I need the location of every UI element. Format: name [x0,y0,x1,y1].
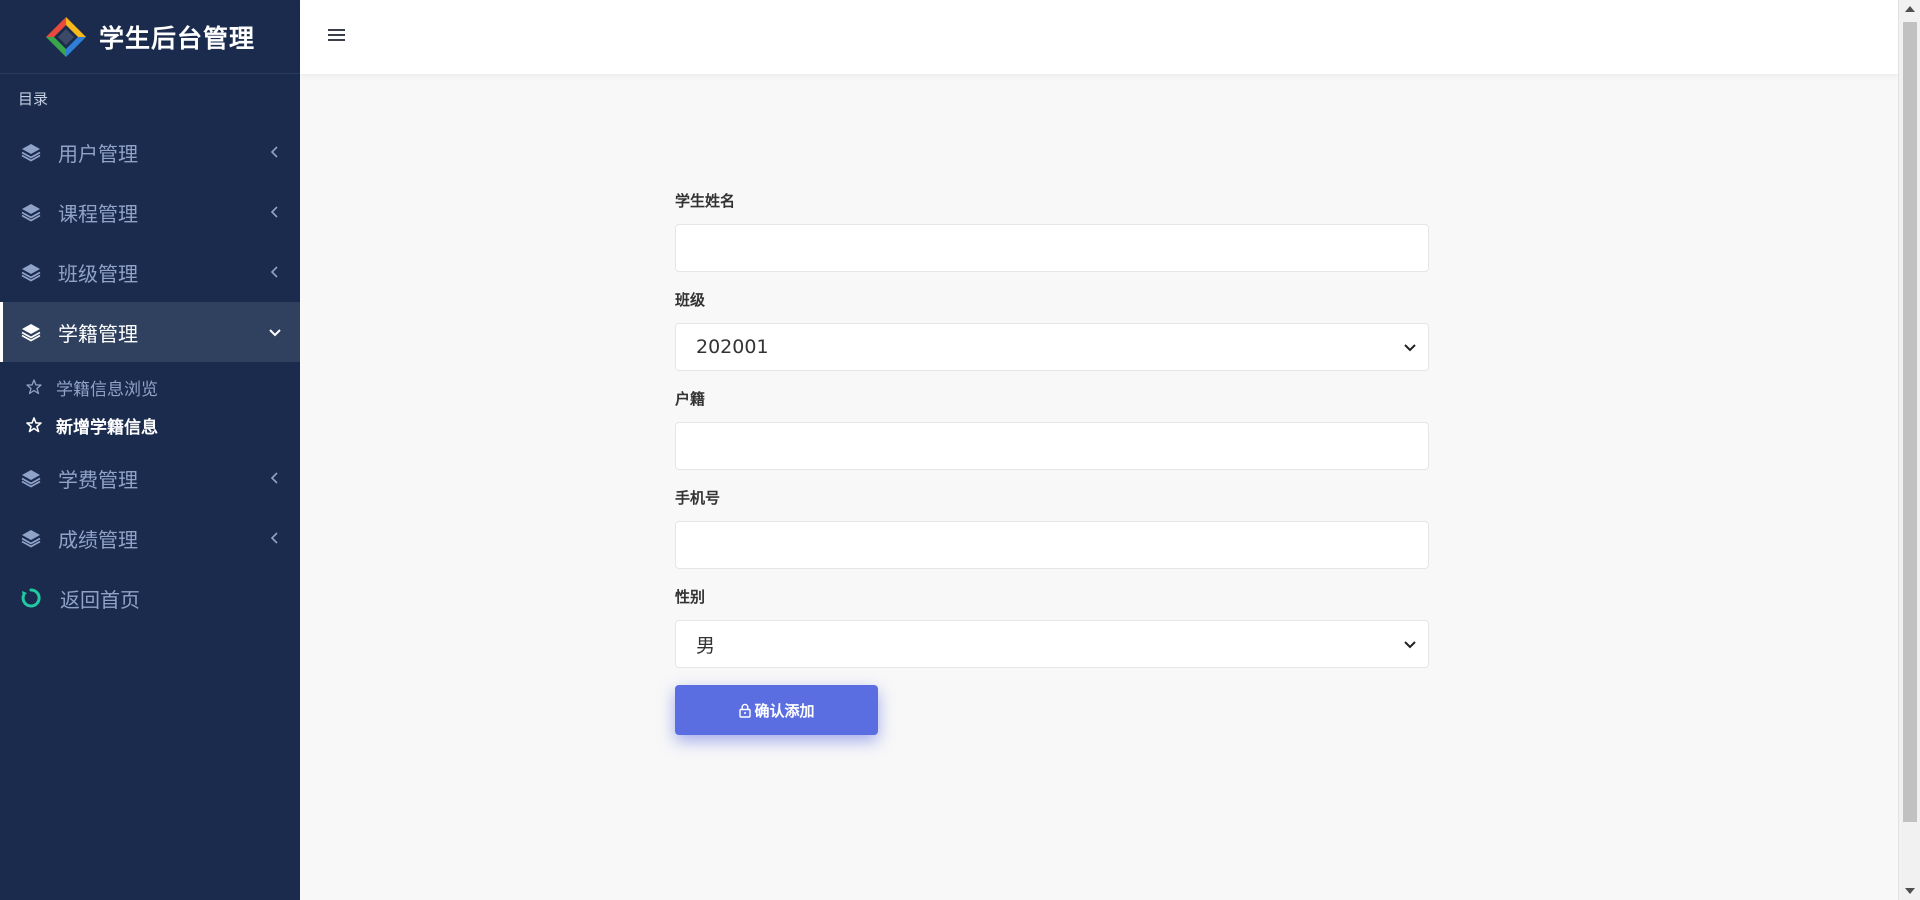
sidebar-item-label: 学费管理 [58,467,138,492]
sidebar-item-tuition-management[interactable]: 学费管理 [0,448,300,508]
chevron-left-icon [270,266,278,278]
sidebar-item-label: 成绩管理 [58,527,138,552]
hamburger-menu-icon[interactable] [326,25,348,45]
vertical-scrollbar[interactable] [1898,0,1920,900]
layers-icon [20,261,42,283]
layers-icon [20,467,42,489]
chevron-left-icon [270,206,278,218]
brand: 学生后台管理 [0,0,300,74]
app-title: 学生后台管理 [98,23,255,53]
student-name-group: 学生姓名 [675,190,1429,272]
household-input[interactable] [675,422,1429,470]
layers-icon [20,321,42,343]
layers-icon [20,141,42,163]
chevron-down-icon [1404,344,1416,352]
sidebar-item-course-management[interactable]: 课程管理 [0,182,300,242]
class-group: 班级 202001 [675,289,1429,371]
household-group: 户籍 [675,388,1429,470]
gender-select-value: 男 [675,620,1429,668]
gender-label: 性别 [675,588,706,606]
chevron-left-icon [270,146,278,158]
sidebar-subitem-label: 新增学籍信息 [56,417,158,438]
sidebar-item-home[interactable]: 返回首页 [0,568,300,628]
chevron-left-icon [270,472,278,484]
sidebar-item-user-management[interactable]: 用户管理 [0,122,300,182]
phone-group: 手机号 [675,487,1429,569]
gender-group: 性别 男 [675,586,1429,668]
class-label: 班级 [675,291,706,309]
layers-icon [20,201,42,223]
sidebar-section-label: 目录 [18,90,49,108]
layers-icon [20,527,42,549]
chevron-down-icon [1404,641,1416,649]
scroll-up-arrow-icon[interactable] [1905,6,1915,12]
refresh-circle-icon [20,587,42,609]
student-name-label: 学生姓名 [675,192,736,210]
add-student-form: 学生姓名 班级 202001 户籍 手机号 性别 男 确认添加 [675,190,1429,735]
sidebar-item-label: 用户管理 [58,141,138,166]
sidebar-item-class-management[interactable]: 班级管理 [0,242,300,302]
sidebar-subitem-label: 学籍信息浏览 [56,379,158,400]
sidebar: 学生后台管理 目录 用户管理 课程管理 班级管理 学籍管理 学籍信息浏览 新增学… [0,0,300,900]
lock-icon [739,703,752,718]
chevron-down-icon [269,329,281,337]
topbar [300,0,1898,74]
chevron-left-icon [270,532,278,544]
sidebar-subitem-browse-status[interactable]: 学籍信息浏览 [0,368,300,406]
sidebar-subnav: 学籍信息浏览 新增学籍信息 [0,362,300,448]
household-label: 户籍 [675,390,706,408]
sidebar-item-student-status[interactable]: 学籍管理 [0,302,300,362]
sidebar-item-label: 返回首页 [60,587,140,612]
confirm-add-button[interactable]: 确认添加 [675,685,878,735]
phone-input[interactable] [675,521,1429,569]
scroll-down-arrow-icon[interactable] [1905,888,1915,894]
scrollbar-thumb[interactable] [1903,22,1917,822]
class-select[interactable]: 202001 [675,323,1429,371]
class-select-value: 202001 [675,323,1429,371]
sidebar-item-label: 学籍管理 [58,321,138,346]
confirm-add-label: 确认添加 [754,701,815,720]
sidebar-item-grade-management[interactable]: 成绩管理 [0,508,300,568]
gender-select[interactable]: 男 [675,620,1429,668]
sidebar-item-label: 班级管理 [58,261,138,286]
sidebar-subitem-add-status[interactable]: 新增学籍信息 [0,406,300,444]
sidebar-item-label: 课程管理 [58,201,138,226]
logo-icon [45,16,86,57]
star-outline-icon [26,417,42,433]
phone-label: 手机号 [675,489,721,507]
star-outline-icon [26,379,42,395]
student-name-input[interactable] [675,224,1429,272]
